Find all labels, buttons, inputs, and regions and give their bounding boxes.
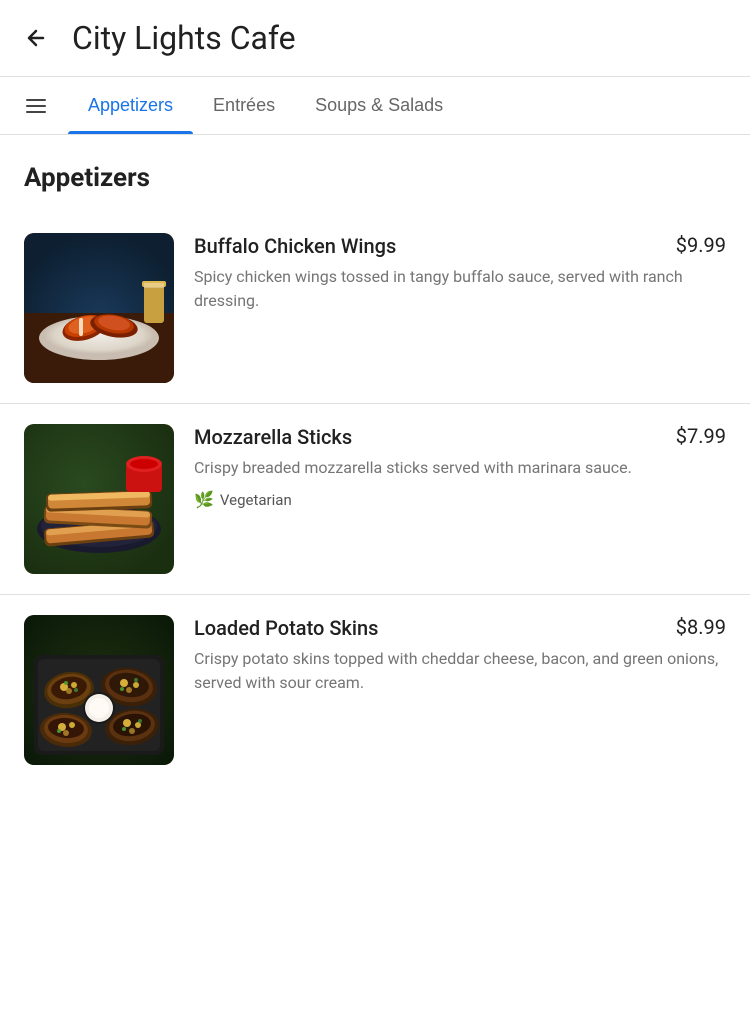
wings-food-image	[24, 233, 174, 383]
menu-items-list: Buffalo Chicken Wings $9.99 Spicy chicke…	[0, 213, 750, 785]
potato-skins-food-image	[24, 615, 174, 765]
item-header-buffalo-chicken-wings: Buffalo Chicken Wings $9.99	[194, 233, 726, 259]
vegetarian-badge: 🌿 Vegetarian	[194, 490, 726, 509]
item-image-buffalo-chicken-wings	[24, 233, 174, 383]
item-image-loaded-potato-skins	[24, 615, 174, 765]
item-name-buffalo-chicken-wings: Buffalo Chicken Wings	[194, 233, 676, 259]
item-content-buffalo-chicken-wings: Buffalo Chicken Wings $9.99 Spicy chicke…	[194, 233, 726, 313]
item-content-mozzarella-sticks: Mozzarella Sticks $7.99 Crispy breaded m…	[194, 424, 726, 509]
back-arrow-icon	[24, 26, 48, 50]
item-price-buffalo-chicken-wings: $9.99	[676, 233, 726, 257]
menu-item-buffalo-chicken-wings[interactable]: Buffalo Chicken Wings $9.99 Spicy chicke…	[0, 213, 750, 403]
section-heading: Appetizers	[0, 135, 750, 213]
header: City Lights Cafe	[0, 0, 750, 77]
tab-soups-salads[interactable]: Soups & Salads	[295, 77, 463, 134]
tab-bar: Appetizers Entrées Soups & Salads	[0, 77, 750, 135]
mozzarella-food-image	[24, 424, 174, 574]
item-desc-loaded-potato-skins: Crispy potato skins topped with cheddar …	[194, 647, 726, 695]
item-desc-buffalo-chicken-wings: Spicy chicken wings tossed in tangy buff…	[194, 265, 726, 313]
item-desc-mozzarella-sticks: Crispy breaded mozzarella sticks served …	[194, 456, 726, 480]
item-content-loaded-potato-skins: Loaded Potato Skins $8.99 Crispy potato …	[194, 615, 726, 695]
tab-appetizers[interactable]: Appetizers	[68, 77, 193, 134]
vegetarian-label: Vegetarian	[220, 491, 292, 509]
item-price-loaded-potato-skins: $8.99	[676, 615, 726, 639]
leaf-icon: 🌿	[194, 490, 214, 509]
back-button[interactable]	[16, 18, 56, 58]
menu-list-icon-button[interactable]	[12, 78, 60, 134]
menu-item-mozzarella-sticks[interactable]: Mozzarella Sticks $7.99 Crispy breaded m…	[0, 403, 750, 594]
menu-item-loaded-potato-skins[interactable]: Loaded Potato Skins $8.99 Crispy potato …	[0, 594, 750, 785]
item-image-mozzarella-sticks	[24, 424, 174, 574]
item-name-mozzarella-sticks: Mozzarella Sticks	[194, 424, 676, 450]
tab-entrees[interactable]: Entrées	[193, 77, 295, 134]
item-name-loaded-potato-skins: Loaded Potato Skins	[194, 615, 676, 641]
item-header-mozzarella-sticks: Mozzarella Sticks $7.99	[194, 424, 726, 450]
page-title: City Lights Cafe	[72, 19, 296, 57]
item-header-loaded-potato-skins: Loaded Potato Skins $8.99	[194, 615, 726, 641]
item-price-mozzarella-sticks: $7.99	[676, 424, 726, 448]
hamburger-menu-icon	[24, 94, 48, 118]
